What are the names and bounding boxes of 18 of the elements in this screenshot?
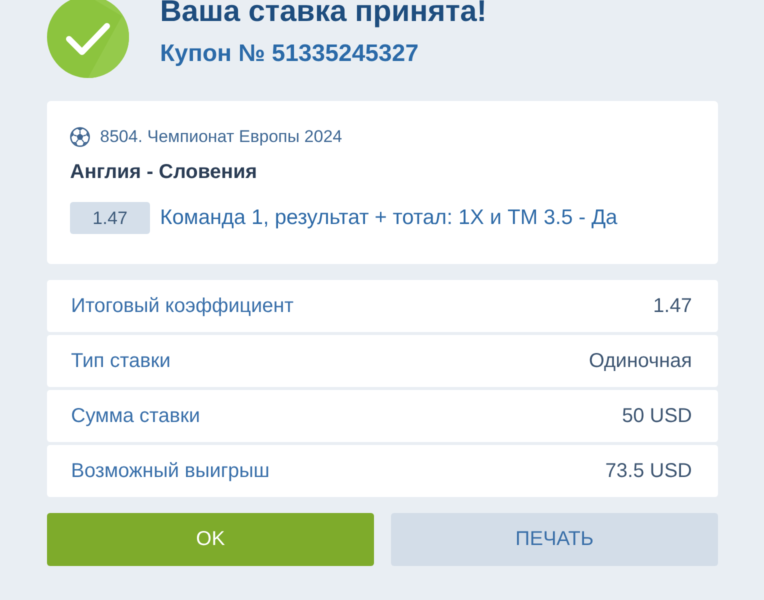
summary-label: Тип ставки: [71, 350, 171, 372]
odds-badge: 1.47: [70, 202, 150, 234]
summary-value: 73.5 USD: [605, 460, 692, 482]
league-name: 8504. Чемпионат Европы 2024: [100, 127, 342, 147]
summary-value: 1.47: [653, 294, 692, 318]
summary-value: 50 USD: [622, 404, 692, 428]
confirmation-title: Ваша ставка принята!: [160, 0, 487, 29]
summary-label: Итоговый коэффициент: [71, 294, 294, 318]
success-check-icon: [47, 0, 129, 78]
soccer-ball-icon: [70, 127, 90, 147]
summary-label: Сумма ставки: [71, 404, 200, 428]
ok-button[interactable]: OK: [47, 513, 374, 566]
print-button[interactable]: ПЕЧАТЬ: [391, 513, 718, 566]
coupon-number: Купон № 51335245327: [160, 39, 420, 69]
summary-label: Возможный выигрыш: [71, 460, 270, 482]
match-name: Англия - Словения: [70, 160, 258, 184]
bet-selection: Команда 1, результат + тотал: 1X и ТМ 3.5 - Да: [160, 206, 618, 230]
summary-value: Одиночная: [588, 350, 692, 372]
